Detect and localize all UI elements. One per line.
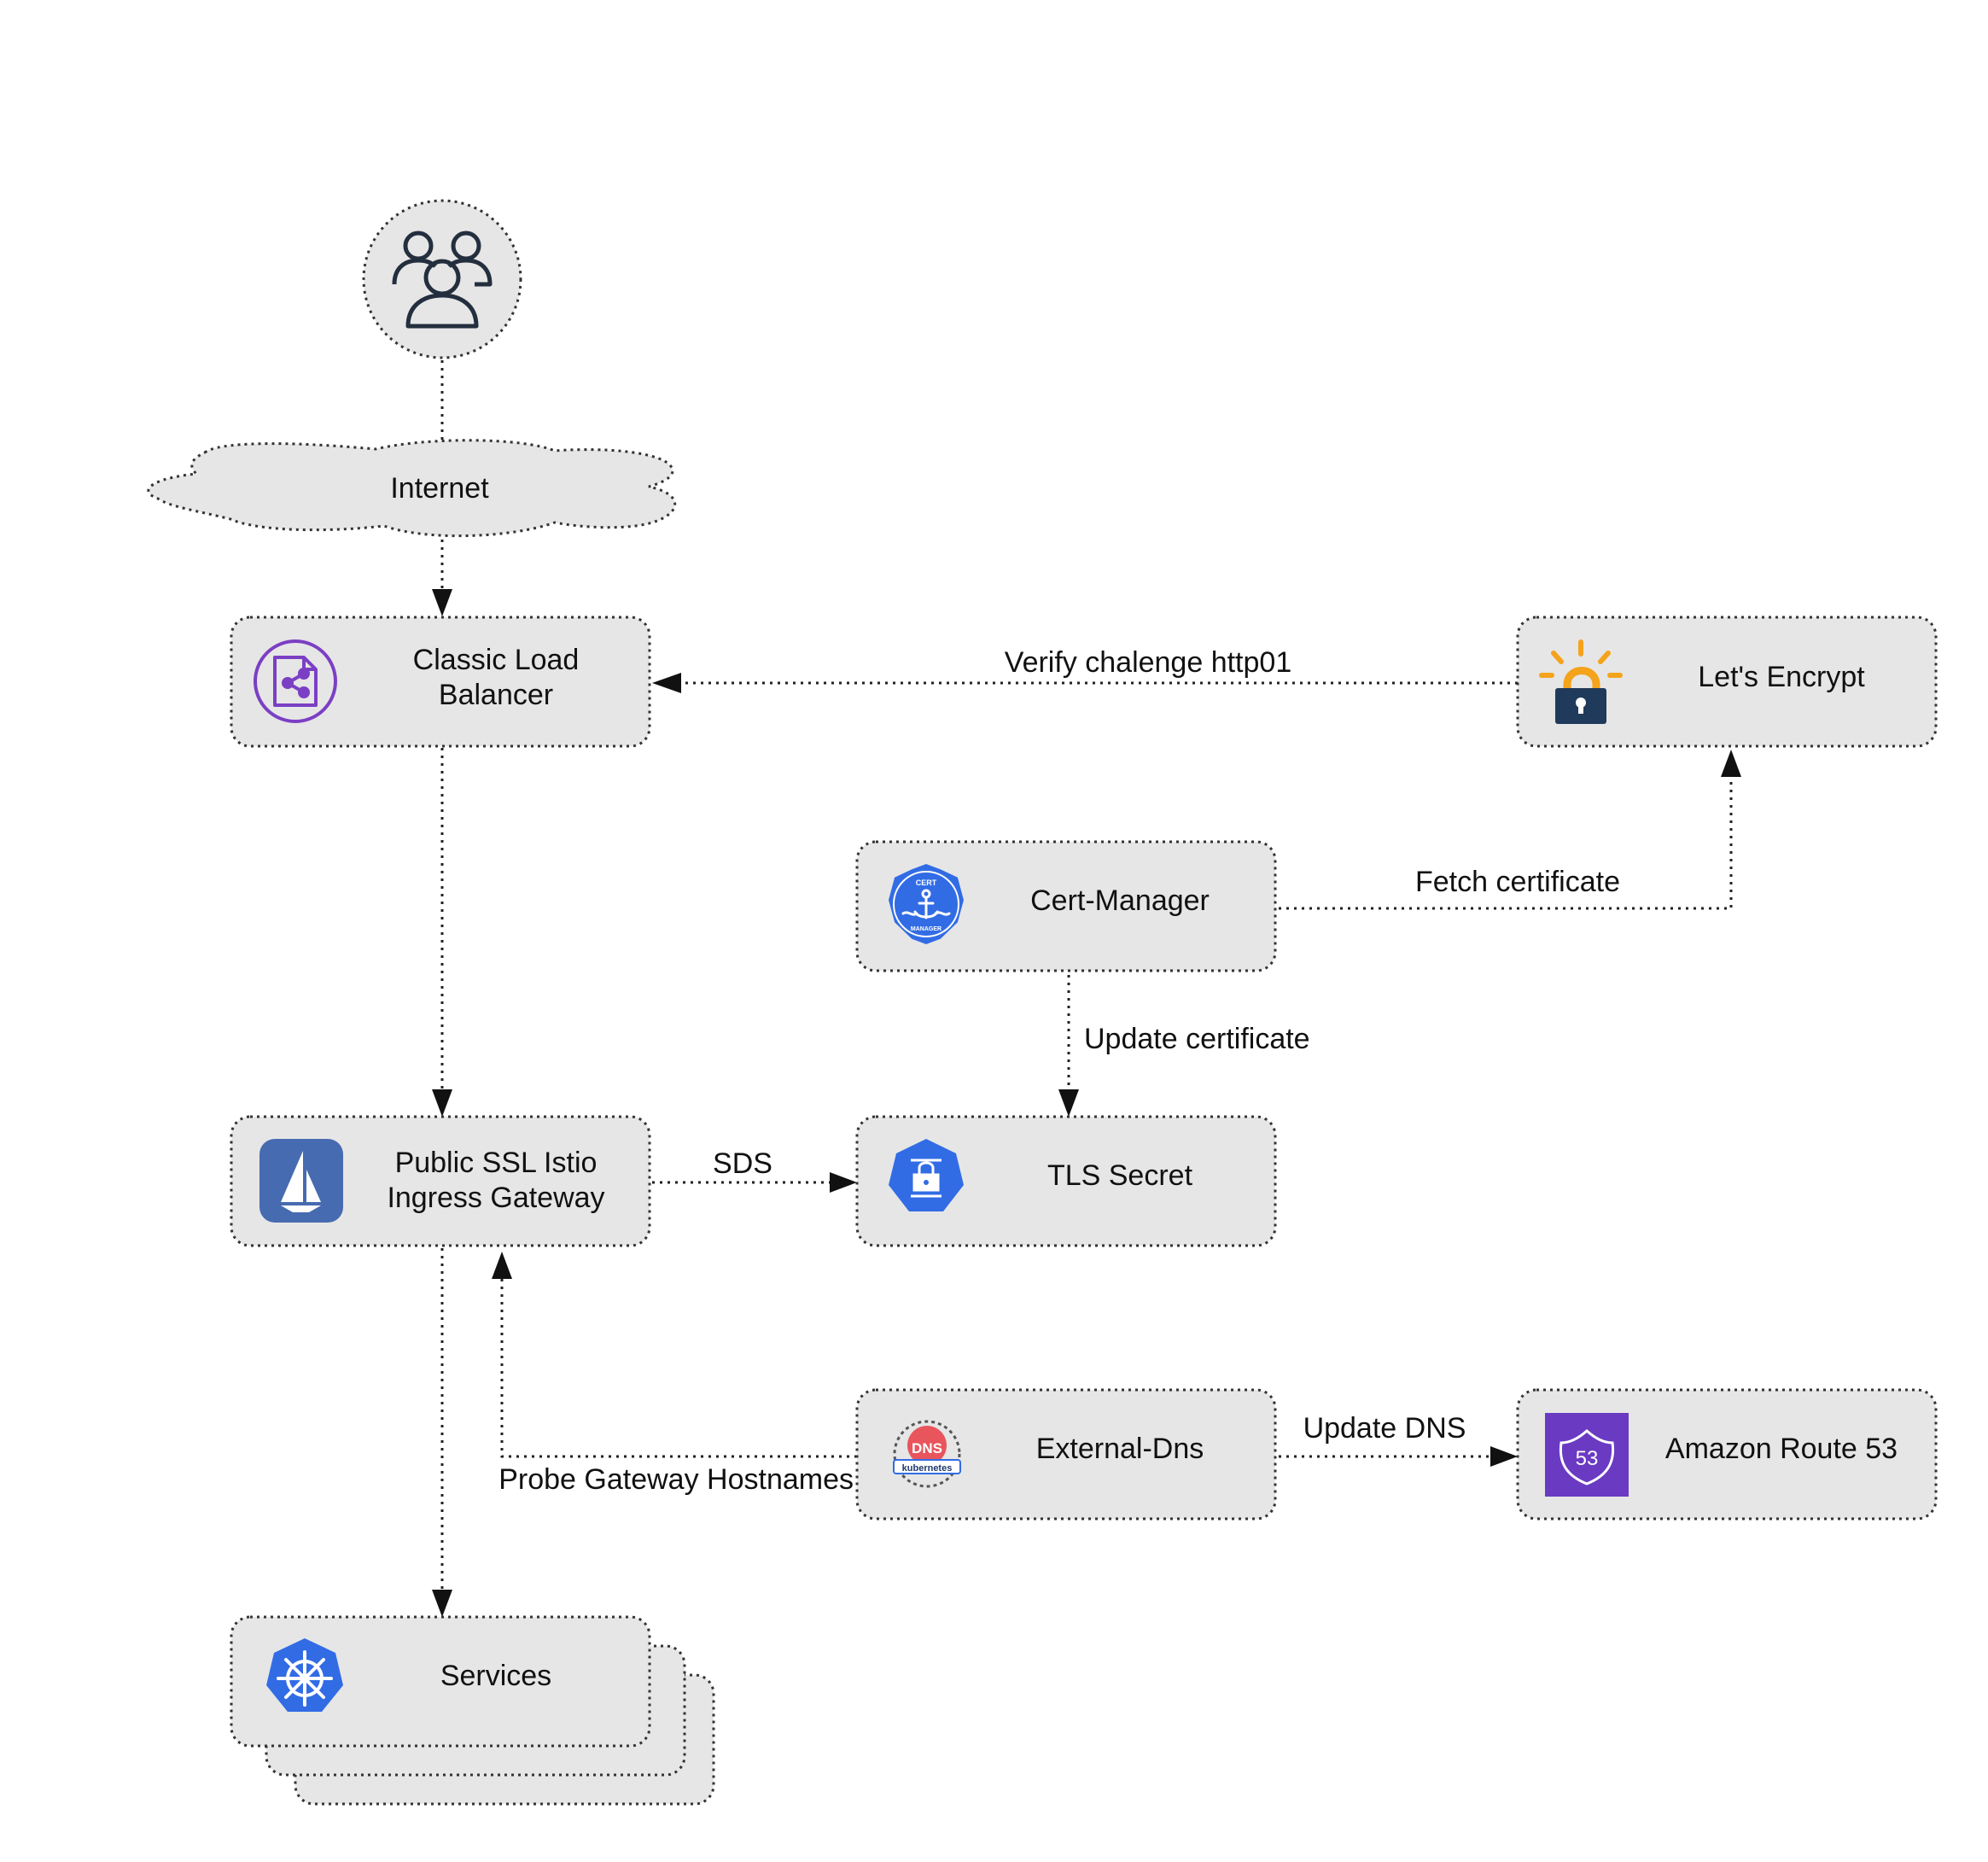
- arrow-istio-services: [432, 1590, 452, 1617]
- external-dns-label: External-Dns: [1036, 1433, 1204, 1465]
- edge-external-dns-istio: [500, 1279, 857, 1458]
- istio-gateway-node: Public SSL Istio Ingress Gateway: [230, 1115, 651, 1247]
- architecture-diagram: Verify chalenge http01 Fetch certificate…: [147, 199, 1938, 1806]
- istio-gateway-label-line-1: Public SSL Istio: [395, 1147, 598, 1179]
- edge-labels: Verify chalenge http01 Fetch certificate…: [498, 646, 1620, 1496]
- route53-node: 53 Amazon Route 53: [1516, 1388, 1938, 1521]
- lets-encrypt-node: Let's Encrypt: [1516, 616, 1938, 748]
- external-dns-icon-kubernetes-text: kubernetes: [902, 1463, 953, 1474]
- clb-label-line-1: Classic Load: [413, 644, 580, 676]
- arrow-clb-istio: [432, 1089, 452, 1117]
- arrow-update-dns-route53: [1490, 1446, 1518, 1467]
- lets-encrypt-label: Let's Encrypt: [1698, 661, 1865, 693]
- tls-secret-node: TLS Secret: [855, 1115, 1277, 1247]
- internet-node: Internet: [147, 439, 676, 538]
- route53-icon-number: 53: [1576, 1447, 1599, 1470]
- edge-label-probe: Probe Gateway Hostnames: [498, 1463, 854, 1496]
- services-label: Services: [440, 1660, 551, 1692]
- internet-label: Internet: [390, 472, 489, 505]
- external-dns-node: DNS kubernetes External-Dns: [855, 1388, 1277, 1521]
- arrow-sds-tls: [830, 1172, 857, 1193]
- tls-secret-label: TLS Secret: [1047, 1159, 1193, 1192]
- clb-node: Classic Load Balancer: [230, 616, 651, 748]
- arrow-cert-manager-tls: [1058, 1089, 1079, 1117]
- users-node: [362, 199, 522, 359]
- arrow-internet-clb: [432, 589, 452, 616]
- edge-label-sds: SDS: [713, 1147, 772, 1180]
- route53-label: Amazon Route 53: [1665, 1433, 1898, 1465]
- edge-label-update-dns: Update DNS: [1303, 1412, 1466, 1445]
- arrow-probe-istio: [492, 1252, 512, 1279]
- edge-label-verify: Verify chalenge http01: [1005, 646, 1291, 679]
- edge-label-fetch: Fetch certificate: [1415, 866, 1620, 898]
- istio-sail-icon: [259, 1139, 343, 1223]
- arrow-verify-clb: [652, 673, 681, 693]
- external-dns-icon-dns-text: DNS: [912, 1440, 942, 1456]
- clb-label-line-2: Balancer: [439, 679, 553, 711]
- route53-icon: 53: [1545, 1413, 1629, 1497]
- cert-manager-node: CERT MANAGER Cert-Manager: [855, 840, 1277, 972]
- cert-manager-icon-bottom-text: MANAGER: [911, 926, 942, 932]
- edge-label-update-certificate: Update certificate: [1084, 1023, 1310, 1055]
- istio-gateway-label-line-2: Ingress Gateway: [387, 1182, 604, 1214]
- cert-manager-label: Cert-Manager: [1030, 884, 1210, 917]
- services-node: Services: [230, 1615, 715, 1806]
- arrow-fetch-lets-encrypt: [1721, 750, 1741, 777]
- cert-manager-icon-top-text: CERT: [916, 878, 937, 887]
